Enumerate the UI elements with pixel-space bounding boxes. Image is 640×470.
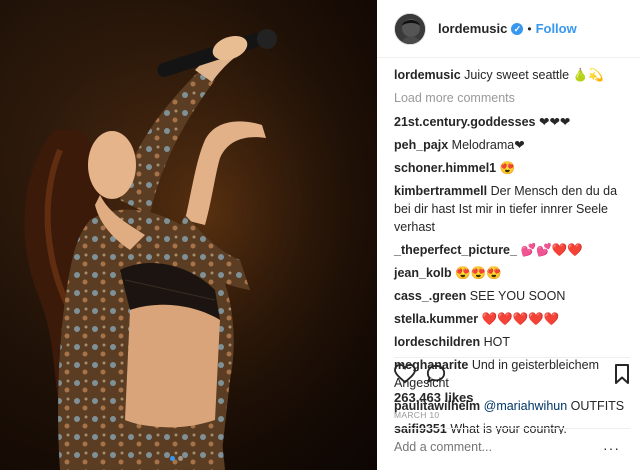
follow-button[interactable]: Follow: [536, 21, 577, 36]
carousel-indicator: [170, 456, 183, 461]
comment-text: HOT: [483, 335, 511, 349]
carousel-dot-active: [170, 456, 175, 461]
comment-username[interactable]: cass_.green: [394, 289, 466, 303]
comment-text: SEE YOU SOON: [469, 289, 566, 303]
comment-text: ❤❤❤: [538, 115, 571, 129]
comment-text: 💕💕❤️❤️: [520, 243, 583, 257]
load-more-comments-link[interactable]: Load more comments: [394, 89, 630, 107]
post-details-panel: lordemusic ✓ • Follow lordemusic Juicy s…: [377, 0, 640, 470]
comment-item: schoner.himmel1 😍: [394, 159, 630, 177]
comment-item: 21st.century.goddesses ❤❤❤: [394, 113, 630, 131]
comment-text: 😍: [499, 161, 516, 175]
comment-text: Melodrama❤: [451, 138, 525, 152]
heart-icon[interactable]: [394, 363, 416, 389]
comment-username[interactable]: schoner.himmel1: [394, 161, 496, 175]
author-username[interactable]: lordemusic: [438, 21, 507, 36]
comment-username[interactable]: peh_pajx: [394, 138, 448, 152]
post-date: MARCH 10: [394, 410, 440, 420]
comment-username[interactable]: kimbertrammell: [394, 184, 487, 198]
comment-text: 😍😍😍: [455, 266, 502, 280]
comment-username[interactable]: stella.kummer: [394, 312, 478, 326]
comment-item: peh_pajx Melodrama❤: [394, 136, 630, 154]
avatar[interactable]: [394, 12, 426, 45]
post-header: lordemusic ✓ • Follow: [377, 0, 640, 58]
more-options-icon[interactable]: ···: [603, 440, 620, 456]
bookmark-icon[interactable]: [614, 364, 630, 389]
verified-badge-icon: ✓: [511, 22, 524, 35]
separator-dot: •: [527, 21, 532, 36]
comment-username[interactable]: jean_kolb: [394, 266, 452, 280]
performer-illustration: [0, 0, 377, 470]
avatar-image: [395, 13, 425, 44]
comment-username[interactable]: _theperfect_picture_: [394, 243, 517, 257]
comment-item: cass_.green SEE YOU SOON: [394, 287, 630, 305]
comment-item: _theperfect_picture_ 💕💕❤️❤️: [394, 241, 630, 259]
comment-text: Juicy sweet seattle 🍐💫: [464, 68, 604, 82]
post-photo[interactable]: [0, 0, 377, 470]
caption: lordemusic Juicy sweet seattle 🍐💫: [394, 66, 630, 84]
comment-username[interactable]: 21st.century.goddesses: [394, 115, 536, 129]
action-bar: [394, 357, 630, 387]
comment-item: saifi9351 What is your country.: [394, 420, 630, 434]
comment-username[interactable]: lordemusic: [394, 68, 461, 82]
comment-item: jean_kolb 😍😍😍: [394, 264, 630, 282]
comment-text: ❤️❤️❤️❤️❤️: [481, 312, 560, 326]
divider: [394, 428, 630, 429]
comment-item: stella.kummer ❤️❤️❤️❤️❤️: [394, 310, 630, 328]
comment-text: OUTFITS: [570, 399, 625, 413]
comment-mention-link[interactable]: @mariahwihun: [484, 399, 568, 413]
add-comment-input[interactable]: [394, 440, 604, 454]
comment-item: kimbertrammell Der Mensch den du da bei …: [394, 182, 630, 236]
comment-username[interactable]: lordeschildren: [394, 335, 480, 349]
comment-bubble-icon[interactable]: [426, 364, 446, 389]
carousel-dot: [178, 456, 183, 461]
likes-count[interactable]: 263,463 likes: [394, 390, 474, 405]
comment-item: lordeschildren HOT: [394, 333, 630, 351]
